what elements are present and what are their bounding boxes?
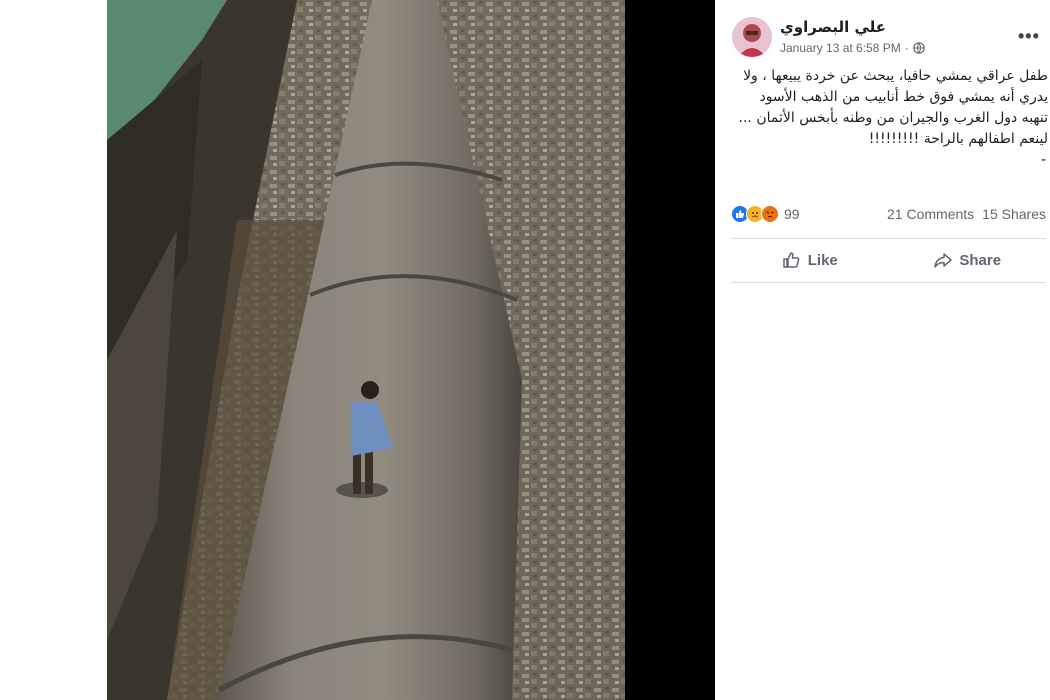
comments-count-link[interactable]: 21 Comments: [887, 206, 974, 222]
post-text: طفل عراقي يمشي حافيا، يبحث عن خردة يبيعه…: [738, 68, 1048, 147]
author-avatar[interactable]: [732, 17, 772, 57]
reactions-summary[interactable]: 99: [731, 205, 800, 223]
engagement-counts: 21 Comments 15 Shares: [887, 206, 1046, 222]
shares-count-link[interactable]: 15 Shares: [982, 206, 1046, 222]
like-button[interactable]: Like: [731, 245, 889, 275]
divider-top: [731, 238, 1046, 239]
like-label: Like: [807, 251, 838, 269]
post-text-tail: -: [1040, 152, 1046, 168]
viewer-margin-left: [0, 0, 107, 700]
post-timestamp[interactable]: January 13 at 6:58 PM: [780, 41, 901, 55]
share-button[interactable]: Share: [889, 245, 1047, 275]
photo-illustration: [107, 0, 625, 700]
more-options-icon[interactable]: •••: [1018, 26, 1040, 47]
photo-viewer: [0, 0, 715, 700]
post-text-block: طفل عراقي يمشي حافيا، يبحث عن خردة يبيعه…: [730, 66, 1048, 171]
reactions-count: 99: [784, 206, 800, 222]
meta-separator: ·: [904, 41, 909, 55]
share-label: Share: [959, 251, 1002, 269]
post-meta: January 13 at 6:58 PM ·: [780, 41, 925, 55]
angry-icon: [761, 205, 779, 223]
divider-bottom: [731, 282, 1046, 283]
post-actions: Like Share: [731, 245, 1046, 275]
globe-icon[interactable]: [912, 42, 925, 54]
post-photo[interactable]: [107, 0, 625, 700]
share-arrow-icon: [934, 253, 953, 268]
thumbs-up-icon: [782, 252, 800, 268]
author-name[interactable]: علي البصراوي: [780, 18, 886, 36]
